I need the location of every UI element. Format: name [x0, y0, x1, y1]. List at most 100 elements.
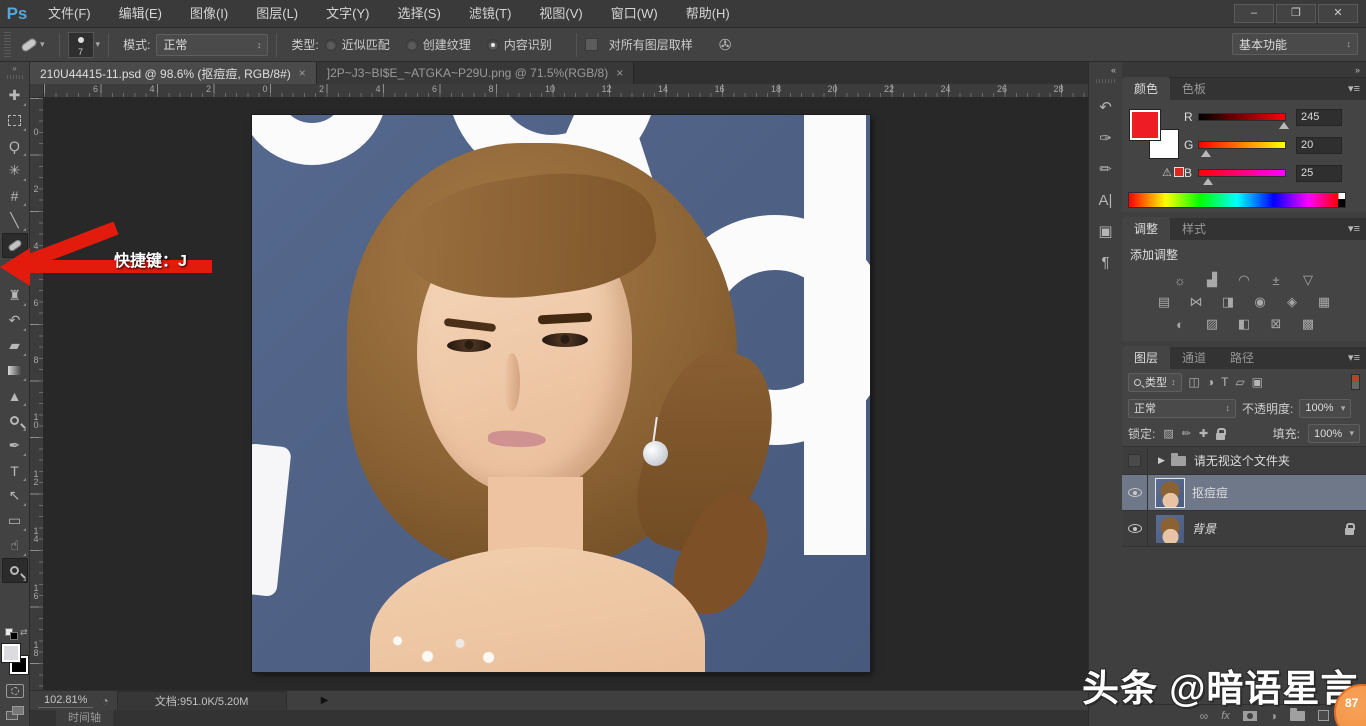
close-tab-icon[interactable]: ×: [299, 66, 306, 80]
opacity-dropdown[interactable]: 100% ▾: [1299, 399, 1351, 418]
filter-shape-layers-icon[interactable]: ▱: [1235, 375, 1244, 389]
mode-dropdown[interactable]: 正常 ↕: [156, 34, 268, 56]
status-menu-arrow-icon[interactable]: ▶: [321, 695, 329, 706]
hand-tool[interactable]: ☝: [2, 533, 28, 558]
blue-value-field[interactable]: 25: [1296, 165, 1342, 182]
eye-icon[interactable]: [1128, 524, 1142, 533]
brush-presets-panel-icon[interactable]: ✑: [1093, 125, 1119, 151]
character-panel-icon[interactable]: A|: [1093, 187, 1119, 213]
dodge-tool[interactable]: [2, 408, 28, 433]
brush-panel-icon[interactable]: ✏: [1093, 156, 1119, 182]
visibility-toggle[interactable]: [1128, 454, 1141, 467]
blur-tool[interactable]: ▲: [2, 383, 28, 408]
panel-menu-icon[interactable]: ▾≡: [1348, 222, 1360, 235]
tab-layers[interactable]: 图层: [1122, 346, 1170, 369]
path-selection-tool[interactable]: ↖: [2, 483, 28, 508]
rectangular-marquee-tool[interactable]: [2, 108, 28, 133]
document-tab-active[interactable]: 210U44415-11.psd @ 98.6% (抠痘痘, RGB/8#) ×: [30, 62, 317, 84]
menu-item-3[interactable]: 图层(L): [242, 0, 312, 28]
color-lookup-icon[interactable]: ▦: [1314, 294, 1334, 310]
radio-create-texture[interactable]: 创建纹理: [406, 36, 471, 53]
layer-name[interactable]: 抠痘痘: [1192, 484, 1228, 501]
add-layer-mask-icon[interactable]: [1243, 711, 1257, 721]
hue-saturation-icon[interactable]: ▤: [1154, 294, 1174, 310]
green-value-field[interactable]: 20: [1296, 137, 1342, 154]
layer-name[interactable]: 背景: [1192, 520, 1216, 537]
screen-mode-button[interactable]: [6, 706, 24, 720]
radio-proximity-match[interactable]: 近似匹配: [325, 36, 390, 53]
collapse-dock-icon[interactable]: »: [1122, 62, 1366, 78]
quick-mask-button[interactable]: [6, 684, 24, 698]
panel-menu-icon[interactable]: ▾≡: [1348, 351, 1360, 364]
zoom-tool[interactable]: [2, 558, 28, 583]
lock-all-icon[interactable]: [1216, 433, 1225, 440]
pen-tool[interactable]: ✒: [2, 433, 28, 458]
foreground-color-swatch[interactable]: [1130, 110, 1160, 140]
lock-position-icon[interactable]: ✚: [1199, 427, 1208, 440]
default-swap-colors[interactable]: ⇄: [4, 627, 26, 641]
tablet-pressure-icon[interactable]: ✇: [719, 36, 732, 54]
close-button[interactable]: ✕: [1318, 4, 1358, 23]
tab-paths[interactable]: 路径: [1218, 346, 1266, 369]
zoom-level-field[interactable]: 102.81%: [38, 693, 93, 708]
posterize-icon[interactable]: ▨: [1202, 316, 1222, 332]
expand-group-icon[interactable]: ▶: [1158, 455, 1165, 466]
gamut-color-swatch[interactable]: [1174, 167, 1184, 177]
move-tool[interactable]: ✚: [2, 83, 28, 108]
lasso-tool[interactable]: Ϙ: [2, 133, 28, 158]
color-balance-icon[interactable]: ⋈: [1186, 294, 1206, 310]
color-spectrum-ramp[interactable]: [1128, 192, 1346, 208]
filter-pixel-layers-icon[interactable]: ◫: [1189, 375, 1200, 389]
menu-item-9[interactable]: 帮助(H): [672, 0, 744, 28]
filter-smart-objects-icon[interactable]: ▣: [1252, 375, 1263, 389]
tab-channels[interactable]: 通道: [1170, 346, 1218, 369]
menu-item-7[interactable]: 视图(V): [525, 0, 596, 28]
menu-item-6[interactable]: 滤镜(T): [455, 0, 526, 28]
exposure-icon[interactable]: ±: [1266, 272, 1286, 288]
type-tool[interactable]: T: [2, 458, 28, 483]
tab-swatches[interactable]: 色板: [1170, 77, 1218, 100]
threshold-icon[interactable]: ◧: [1234, 316, 1254, 332]
vertical-ruler[interactable]: 02468101214161820: [30, 98, 44, 690]
history-brush-tool[interactable]: ↶: [2, 308, 28, 333]
slider-handle[interactable]: [1203, 178, 1213, 185]
panel-color-swatches[interactable]: [1130, 110, 1178, 158]
filter-type-dropdown[interactable]: 类型 ↕: [1128, 373, 1182, 392]
document-tab-inactive[interactable]: ]2P~J3~BI$E_~ATGKA~P29U.png @ 71.5%(RGB/…: [317, 62, 634, 84]
filter-toggle-switch[interactable]: [1351, 374, 1360, 390]
foreground-color-swatch[interactable]: [2, 644, 20, 662]
layer-group-row[interactable]: ▶ 请无视这个文件夹: [1122, 447, 1366, 475]
tab-styles[interactable]: 样式: [1170, 217, 1218, 240]
layer-row-selected[interactable]: 抠痘痘: [1122, 475, 1366, 511]
new-group-icon[interactable]: [1290, 711, 1305, 721]
selective-color-icon[interactable]: ▩: [1298, 316, 1318, 332]
canvas-image[interactable]: [252, 115, 870, 672]
panel-menu-icon[interactable]: ▾≡: [1348, 82, 1360, 95]
layer-row-background[interactable]: 背景: [1122, 511, 1366, 547]
photo-filter-icon[interactable]: ◉: [1250, 294, 1270, 310]
minimize-button[interactable]: –: [1234, 4, 1274, 23]
blend-mode-dropdown[interactable]: 正常 ↕: [1128, 399, 1236, 418]
paragraph-panel-icon[interactable]: ¶: [1093, 249, 1119, 275]
fill-dropdown[interactable]: 100% ▾: [1308, 424, 1360, 443]
vibrance-icon[interactable]: ▽: [1298, 272, 1318, 288]
invert-icon[interactable]: ◐: [1170, 316, 1190, 332]
lock-image-pixels-icon[interactable]: ✏: [1182, 427, 1191, 440]
ruler-origin-box[interactable]: [30, 84, 44, 98]
levels-icon[interactable]: ▟: [1202, 272, 1222, 288]
crop-tool[interactable]: #: [2, 183, 28, 208]
workspace-switcher[interactable]: 基本功能 ↕: [1232, 33, 1358, 55]
restore-button[interactable]: ❐: [1276, 4, 1316, 23]
timeline-tab[interactable]: 时间轴: [56, 710, 113, 726]
layer-thumbnail[interactable]: [1156, 515, 1184, 543]
tool-presets-panel-icon[interactable]: ▣: [1093, 218, 1119, 244]
blue-slider[interactable]: [1198, 169, 1286, 177]
tab-adjustments[interactable]: 调整: [1122, 217, 1170, 240]
slider-handle[interactable]: [1201, 150, 1211, 157]
radio-content-aware[interactable]: 内容识别: [487, 36, 552, 53]
sample-all-layers-checkbox[interactable]: 对所有图层取样: [585, 36, 693, 53]
brightness-contrast-icon[interactable]: ☼: [1170, 272, 1190, 288]
slider-handle[interactable]: [1279, 122, 1289, 129]
channel-mixer-icon[interactable]: ◈: [1282, 294, 1302, 310]
menu-item-1[interactable]: 编辑(E): [105, 0, 176, 28]
